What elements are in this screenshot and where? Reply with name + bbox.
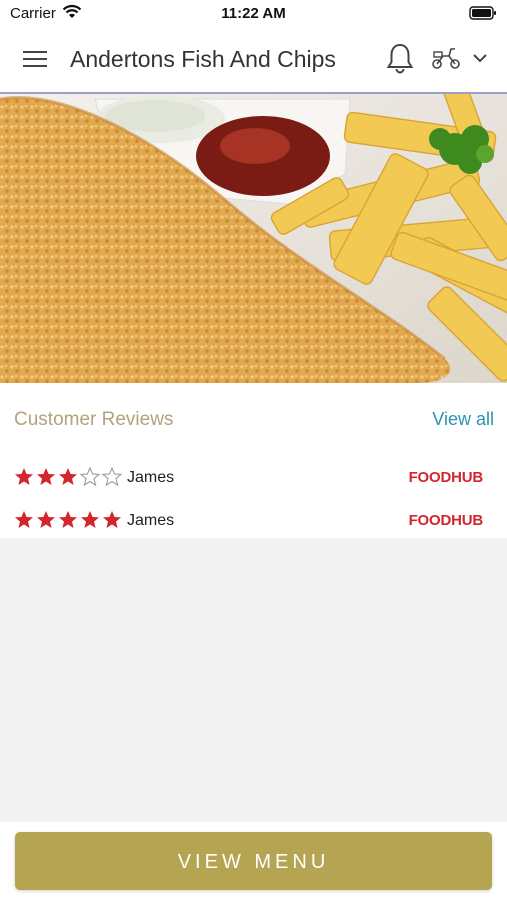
star-rating xyxy=(14,510,124,532)
foodhub-logo: FOODHUB xyxy=(408,512,484,529)
star-icon xyxy=(103,511,121,528)
star-rating xyxy=(14,467,124,489)
foodhub-logo: FOODHUB xyxy=(408,469,484,486)
customer-reviews-section: Customer Reviews View all James FOODHUB … xyxy=(0,383,507,538)
star-icon xyxy=(15,511,33,528)
review-item: James FOODHUB xyxy=(0,463,507,493)
star-icon xyxy=(81,511,99,528)
bottom-bar: VIEW MENU xyxy=(0,822,507,900)
bell-icon[interactable] xyxy=(385,42,415,74)
page-title: Andertons Fish And Chips xyxy=(70,46,336,72)
section-title: Customer Reviews xyxy=(14,409,174,430)
view-all-reviews-link[interactable]: View all xyxy=(432,409,494,430)
view-menu-button[interactable]: VIEW MENU xyxy=(15,832,492,890)
hamburger-menu-icon[interactable] xyxy=(22,48,48,70)
app-header: Andertons Fish And Chips xyxy=(0,26,507,94)
reviewer-name: James xyxy=(127,512,175,529)
review-item: James FOODHUB xyxy=(0,506,507,536)
scooter-icon[interactable] xyxy=(431,46,461,70)
reviewer-name: James xyxy=(127,469,175,486)
status-bar: Carrier 11:22 AM xyxy=(0,0,507,26)
restaurant-hero-image xyxy=(0,94,507,383)
star-icon xyxy=(59,468,77,485)
star-icon xyxy=(37,511,55,528)
star-icon xyxy=(37,468,55,485)
star-icon xyxy=(102,467,122,487)
chevron-down-icon[interactable] xyxy=(470,50,490,66)
star-icon xyxy=(80,467,100,487)
star-icon xyxy=(59,511,77,528)
star-icon xyxy=(15,468,33,485)
clock: 11:22 AM xyxy=(221,5,286,22)
battery-icon xyxy=(469,6,497,24)
